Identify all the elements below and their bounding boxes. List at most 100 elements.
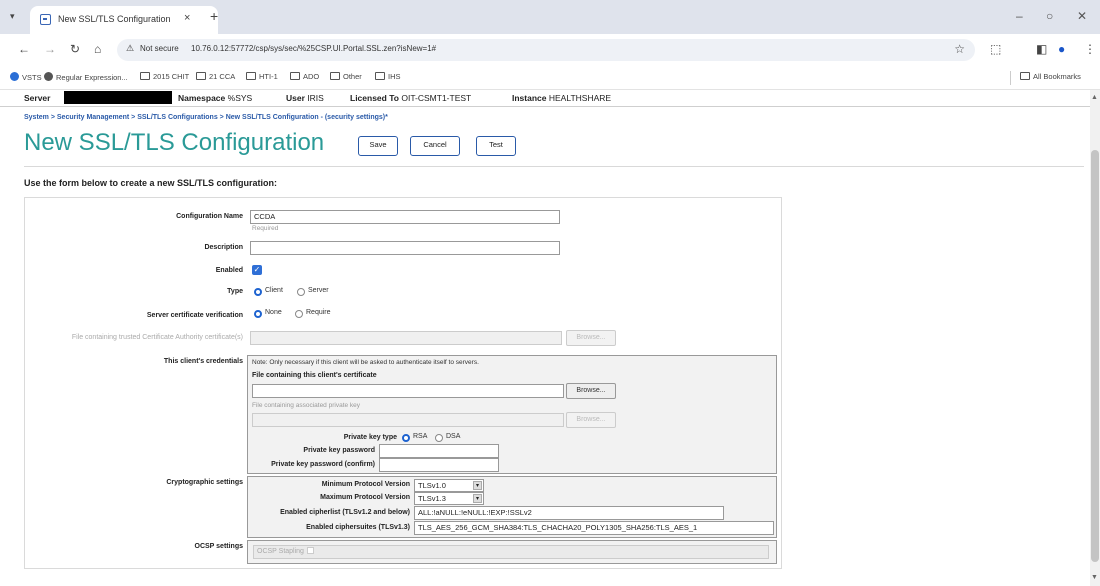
- kebab-menu-icon[interactable]: ⋮: [1084, 42, 1096, 56]
- bookmark-other[interactable]: Other: [330, 72, 362, 81]
- key-type-dsa-radio[interactable]: [435, 434, 443, 442]
- verification-require-label: Require: [306, 309, 331, 316]
- min-protocol-label: Minimum Protocol Version: [321, 481, 410, 488]
- max-protocol-select[interactable]: TLSv1.3 ▾: [414, 492, 484, 505]
- crypto-settings-label: Cryptographic settings: [166, 479, 243, 486]
- ciphersuites-label: Enabled ciphersuites (TLSv1.3): [306, 524, 410, 531]
- client-cert-browse-button[interactable]: Browse...: [566, 383, 616, 399]
- new-tab-button[interactable]: +: [210, 8, 218, 24]
- header-divider: [0, 106, 1090, 107]
- home-icon[interactable]: ⌂: [94, 42, 101, 56]
- private-key-file-label: File containing associated private key: [252, 402, 361, 409]
- private-key-browse-button: Browse...: [566, 412, 616, 428]
- star-icon[interactable]: ☆: [954, 42, 965, 56]
- all-bookmarks[interactable]: All Bookmarks: [1020, 72, 1081, 81]
- globe-icon: [44, 72, 53, 81]
- browser-tab[interactable]: New SSL/TLS Configuration ×: [30, 6, 218, 34]
- ciphersuites-input[interactable]: TLS_AES_256_GCM_SHA384:TLS_CHACHA20_POLY…: [414, 521, 774, 535]
- chevron-down-icon[interactable]: ▾: [10, 11, 15, 22]
- address-bar-row: ← → ↻ ⌂ ⚠ Not secure 10.76.0.12:57772/cs…: [0, 34, 1100, 66]
- verification-require-radio[interactable]: [295, 310, 303, 318]
- chevron-down-icon: ▾: [473, 494, 482, 503]
- crypto-section: Minimum Protocol Version TLSv1.0 ▾ Maximu…: [247, 476, 777, 538]
- user-info: User IRIS: [286, 93, 324, 103]
- bookmark-regex[interactable]: Regular Expression...: [44, 72, 128, 82]
- bookmark-2015-chit[interactable]: 2015 CHIT: [140, 72, 189, 81]
- type-label: Type: [227, 288, 243, 295]
- bookmark-ihs[interactable]: IHS: [375, 72, 401, 81]
- credentials-section: Note: Only necessary if this client will…: [247, 355, 777, 474]
- not-secure-label[interactable]: Not secure: [140, 44, 179, 53]
- bookmark-21-cca[interactable]: 21 CCA: [196, 72, 235, 81]
- bookmark-hti-1[interactable]: HTI-1: [246, 72, 278, 81]
- type-client-radio[interactable]: [254, 288, 262, 296]
- cipherlist-label: Enabled cipherlist (TLSv1.2 and below): [280, 509, 410, 516]
- required-hint: Required: [252, 225, 279, 232]
- verification-none-label: None: [265, 309, 282, 316]
- system-info-bar: Server Namespace %SYS User IRIS Licensed…: [0, 90, 1090, 106]
- type-server-radio[interactable]: [297, 288, 305, 296]
- redacted-server-name: [64, 91, 172, 104]
- enabled-checkbox[interactable]: ✓: [252, 265, 262, 275]
- bookmarks-divider: [1010, 71, 1011, 85]
- folder-icon: [290, 72, 300, 80]
- tab-title: New SSL/TLS Configuration: [58, 14, 171, 24]
- scrollbar-thumb[interactable]: [1091, 150, 1099, 562]
- scroll-down-icon[interactable]: ▼: [1091, 574, 1098, 581]
- type-server-label: Server: [308, 287, 329, 294]
- key-type-rsa-radio[interactable]: [402, 434, 410, 442]
- private-key-password-input[interactable]: [379, 444, 499, 458]
- chevron-down-icon: ▾: [473, 481, 482, 490]
- test-button[interactable]: Test: [476, 136, 516, 156]
- private-key-file-input: [252, 413, 564, 427]
- license-info: Licensed To OIT-CSMT1-TEST: [350, 93, 472, 103]
- enabled-label: Enabled: [215, 267, 243, 274]
- back-arrow-icon[interactable]: ←: [18, 42, 30, 56]
- ca-file-label: File containing trusted Certificate Auth…: [71, 334, 243, 341]
- folder-icon: [140, 72, 150, 80]
- bookmark-ado[interactable]: ADO: [290, 72, 319, 81]
- ocsp-section: OCSP Stapling: [247, 540, 777, 564]
- config-name-input[interactable]: CCDA: [250, 210, 560, 224]
- minimize-icon[interactable]: –: [1016, 9, 1023, 23]
- client-cert-input[interactable]: [252, 384, 564, 398]
- profile-icon[interactable]: ●: [1058, 42, 1065, 56]
- breadcrumb[interactable]: System > Security Management > SSL/TLS C…: [24, 114, 388, 121]
- private-key-password-confirm-input[interactable]: [379, 458, 499, 472]
- verification-none-radio[interactable]: [254, 310, 262, 318]
- reload-icon[interactable]: ↻: [70, 42, 80, 56]
- config-name-label: Configuration Name: [176, 213, 243, 220]
- server-label: Server: [24, 93, 51, 103]
- cipherlist-input[interactable]: ALL:!aNULL:!eNULL:!EXP:!SSLv2: [414, 506, 724, 520]
- page-title: New SSL/TLS Configuration: [24, 129, 325, 156]
- folder-icon: [1020, 72, 1030, 80]
- window-close-icon[interactable]: ✕: [1077, 9, 1087, 23]
- key-type-rsa-label: RSA: [413, 433, 428, 440]
- sidepanel-icon[interactable]: ◧: [1036, 42, 1047, 56]
- form-instructions: Use the form below to create a new SSL/T…: [24, 178, 278, 188]
- address-bar[interactable]: ⚠ Not secure 10.76.0.12:57772/csp/sys/se…: [117, 39, 975, 61]
- ca-file-browse-button: Browse...: [566, 330, 616, 346]
- folder-icon: [196, 72, 206, 80]
- bookmarks-bar: VSTS Regular Expression... 2015 CHIT 21 …: [0, 66, 1100, 90]
- min-protocol-select[interactable]: TLSv1.0 ▾: [414, 479, 484, 492]
- url-text[interactable]: 10.76.0.12:57772/csp/sys/sec/%25CSP.UI.P…: [191, 44, 436, 53]
- close-icon[interactable]: ×: [184, 12, 190, 24]
- bookmark-vsts[interactable]: VSTS: [10, 72, 42, 82]
- puzzle-icon[interactable]: ⬚: [990, 42, 1001, 56]
- private-key-password-confirm-label: Private key password (confirm): [271, 461, 375, 468]
- cancel-button[interactable]: Cancel: [410, 136, 460, 156]
- scroll-up-icon[interactable]: ▲: [1091, 94, 1098, 101]
- tab-strip: ▾ New SSL/TLS Configuration × + – ○ ✕: [0, 0, 1100, 34]
- type-client-label: Client: [265, 287, 283, 294]
- verification-label: Server certificate verification: [146, 312, 243, 319]
- warning-triangle-icon[interactable]: ⚠: [126, 43, 134, 54]
- restore-icon[interactable]: ○: [1046, 9, 1053, 23]
- ocsp-stapling-checkbox: [306, 547, 314, 554]
- folder-icon: [330, 72, 340, 80]
- title-divider: [24, 166, 1084, 167]
- forward-arrow-icon[interactable]: →: [44, 42, 56, 56]
- description-label: Description: [204, 244, 243, 251]
- save-button[interactable]: Save: [358, 136, 398, 156]
- description-input[interactable]: [250, 241, 560, 255]
